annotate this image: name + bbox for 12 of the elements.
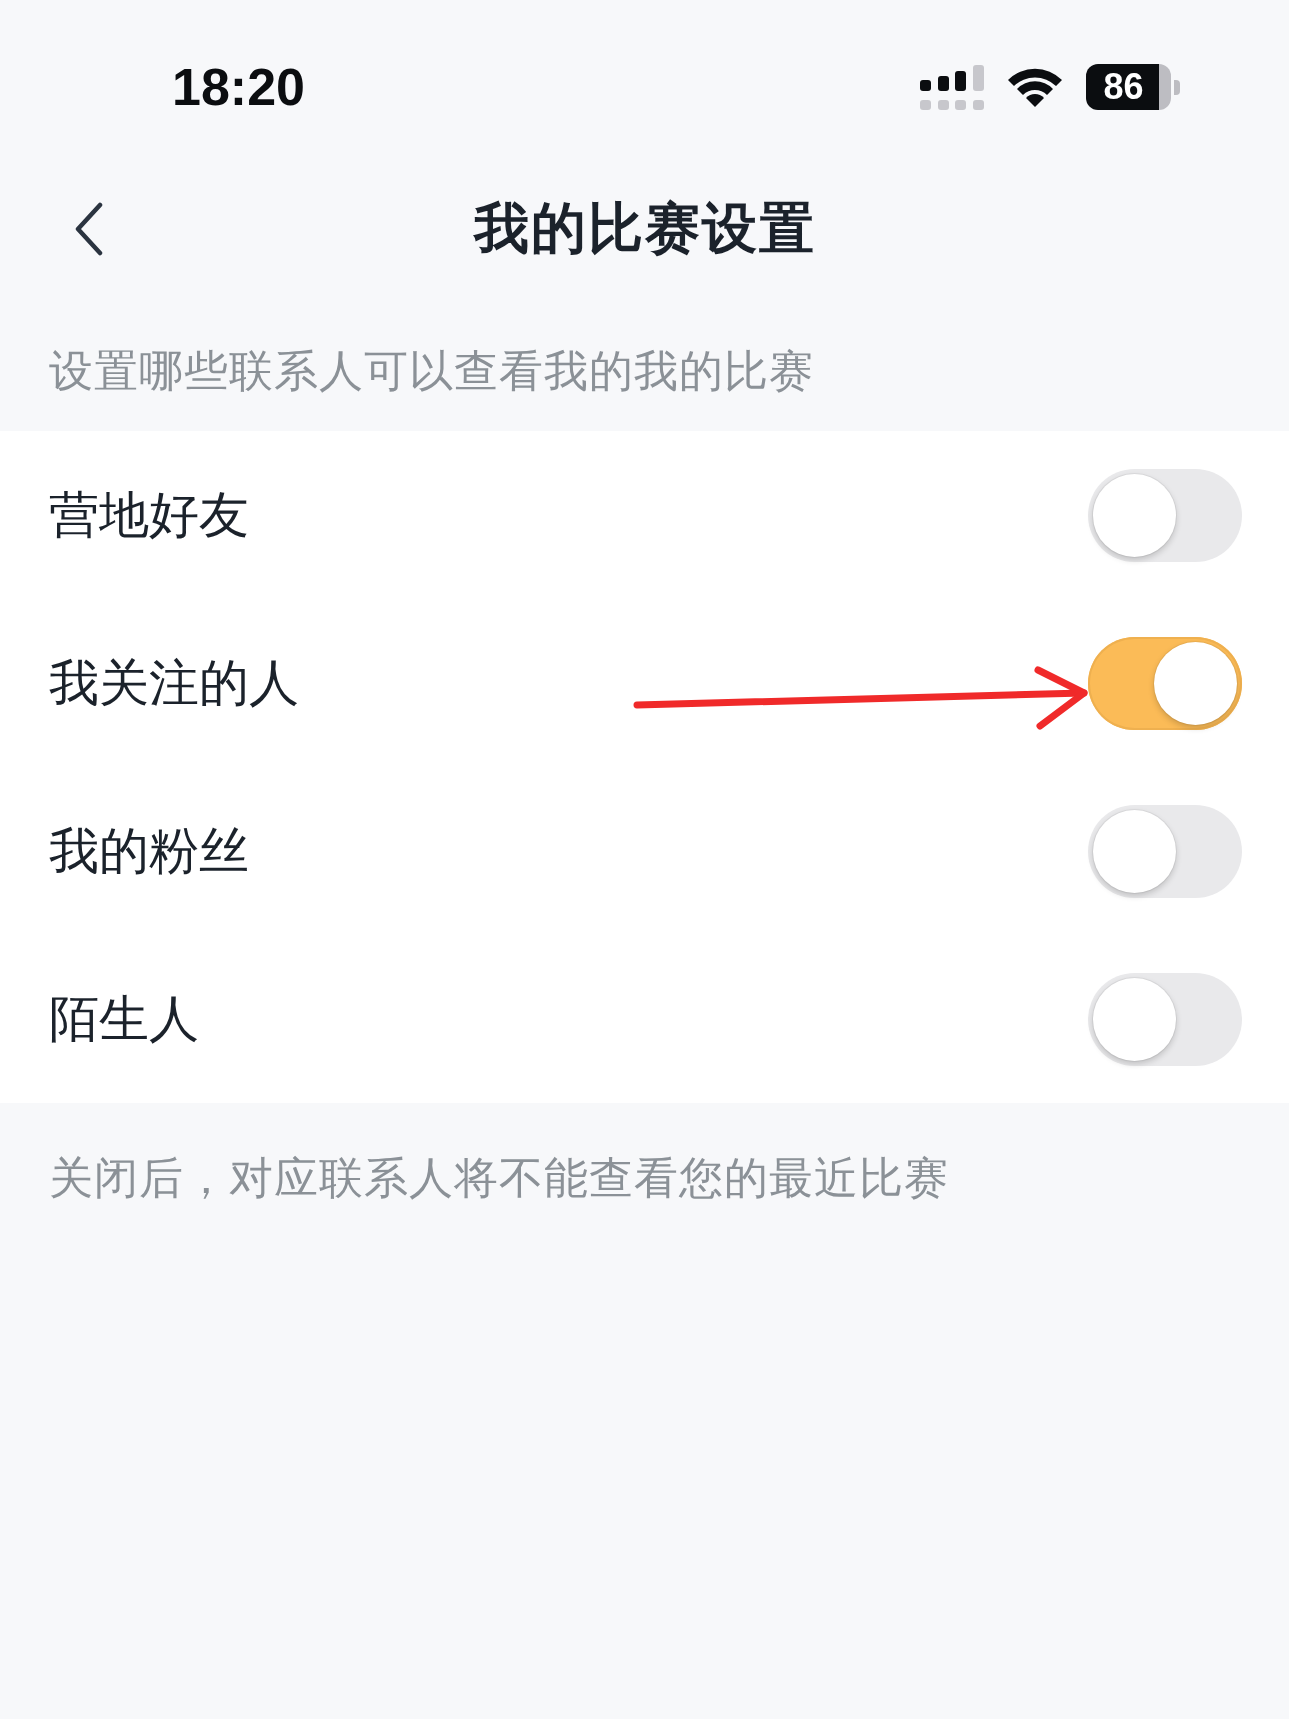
status-time: 18:20 (172, 57, 305, 117)
setting-label: 我关注的人 (49, 653, 299, 713)
signal-icon (918, 63, 986, 111)
setting-label: 我的粉丝 (49, 821, 249, 881)
section-description: 设置哪些联系人可以查看我的我的比赛 (49, 348, 814, 394)
setting-label: 陌生人 (49, 989, 199, 1049)
page-title: 我的比赛设置 (473, 195, 816, 262)
setting-label: 营地好友 (49, 485, 249, 545)
footnote-text: 关闭后，对应联系人将不能查看您的最近比赛 (49, 1155, 949, 1201)
battery-indicator: 86 (1086, 64, 1180, 110)
back-icon (74, 202, 104, 256)
wifi-icon (1006, 66, 1064, 108)
